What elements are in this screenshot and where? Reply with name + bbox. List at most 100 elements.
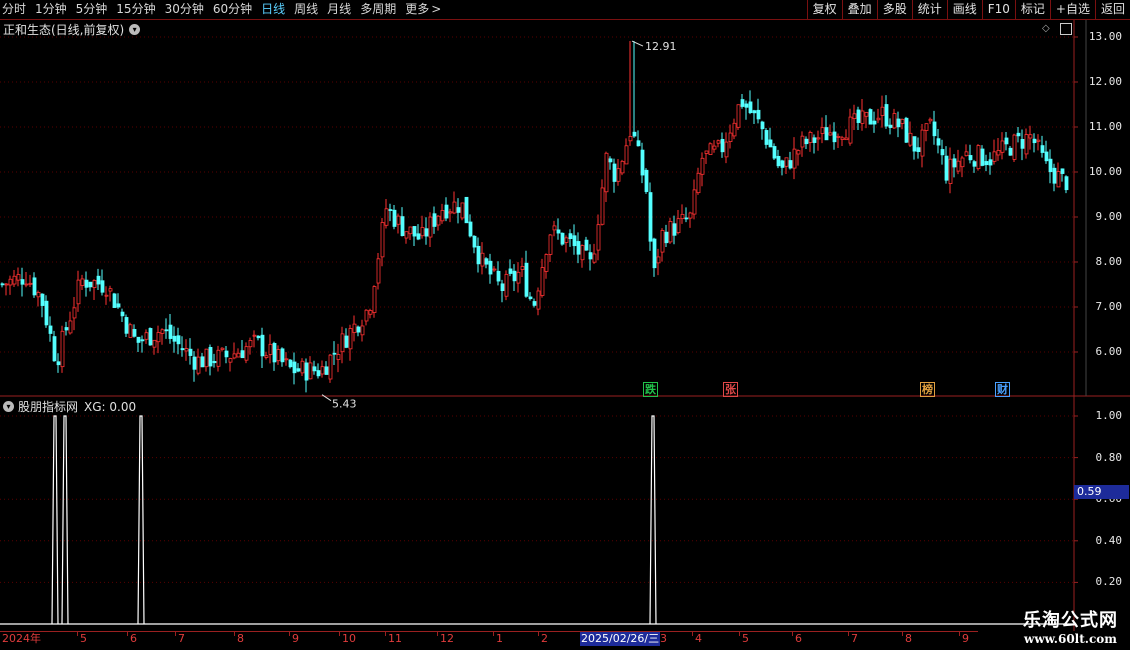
candle-body [188,348,193,356]
candle-body [136,336,141,343]
toolbar-button[interactable]: F10 [981,0,1015,19]
candle-body [208,346,213,367]
toolbar-button[interactable]: 多股 [876,0,912,19]
candle-body [192,356,197,370]
toolbar-button[interactable]: 复权 [806,0,842,19]
candle-body [204,348,209,368]
candle-body [148,328,153,346]
candle-body [1008,147,1013,156]
period-tab[interactable]: 60分钟 [213,0,252,19]
period-tab[interactable]: 周线 [294,0,318,19]
candle-body [456,207,461,213]
event-marker[interactable]: 张 [723,382,738,397]
candle-body [344,335,349,348]
candle-body [1040,145,1045,153]
diamond-icon[interactable]: ◇ [1042,23,1050,34]
period-tab[interactable]: 5分钟 [76,0,108,19]
chevron-right-icon[interactable]: > [431,0,441,19]
toolbar-button[interactable]: 返回 [1094,0,1130,19]
candle-body [644,169,649,192]
candle-body [1036,139,1041,142]
indicator-spike [649,415,657,625]
chevron-down-icon[interactable]: ▾ [129,24,141,35]
selected-date: 2025/02/26/三 [580,632,661,646]
period-tab[interactable]: 月线 [327,0,351,19]
candle-body [372,286,377,313]
event-marker[interactable]: 榜 [920,382,935,397]
candle-body [164,329,169,332]
candle-body [720,138,725,153]
candle-body [236,352,241,358]
date-tick-mark [538,632,539,636]
event-marker[interactable]: 跌 [643,382,658,397]
candle-body [52,336,57,362]
candle-body [376,258,381,284]
low-label: 5.43 [332,398,357,411]
candle-body [100,280,105,293]
candle-body [680,213,685,220]
date-tick: 8 [905,632,912,645]
indicator-tick-label: 0.20 [1095,575,1123,589]
candle-body [1004,137,1009,145]
high-label: 12.91 [645,40,677,53]
candle-body [620,160,625,174]
candle-body [748,101,753,114]
indicator-tick-label: 0.80 [1095,450,1123,464]
toolbar-button[interactable]: +自选 [1049,0,1095,19]
candle-body [404,231,409,239]
y-tick-label: 13.00 [1088,30,1122,43]
candle-body [900,118,905,124]
period-tab[interactable]: 更多 [405,0,429,19]
event-marker[interactable]: 财 [995,382,1010,397]
candle-body [12,275,17,285]
candle-body [120,311,125,317]
date-axis: 2024年 5 6 7 8 9 10 11 12 1 2 3 4 5 6 7 8 9 2025/02/26/三 [0,631,978,646]
candle-body [744,103,749,108]
candle-body [440,210,445,222]
candle-body [584,239,589,251]
candle-body [4,283,9,286]
candle-body [572,235,577,247]
period-tab[interactable]: 分时 [2,0,26,19]
candle-body [468,221,473,237]
candle-body [432,213,437,227]
period-tab[interactable]: 多周期 [360,0,396,19]
period-tab[interactable]: 日线 [261,0,285,19]
chevron-down-icon[interactable]: ▾ [3,401,14,412]
candle-body [788,160,793,169]
toolbar-button[interactable]: 统计 [911,0,947,19]
period-tab[interactable]: 30分钟 [165,0,204,19]
candle-body [184,348,189,352]
candle-body [512,270,517,282]
panel-toggle-icon[interactable] [1060,23,1072,35]
candle-body [556,229,561,234]
toolbar-button[interactable]: 画线 [946,0,982,19]
candle-body [44,300,49,326]
candle-body [216,349,221,367]
candle-body [380,222,385,258]
date-tick: 2 [541,632,548,645]
candle-body [168,324,173,339]
candle-body [8,278,13,286]
indicator-spike [61,415,69,625]
toolbar-button[interactable]: 标记 [1014,0,1050,19]
period-tab[interactable]: 1分钟 [35,0,67,19]
candle-body [812,137,817,143]
candle-body [296,368,301,372]
candle-body [668,221,673,243]
date-tick: 7 [178,632,185,645]
date-tick: 4 [695,632,702,645]
date-tick: 7 [851,632,858,645]
candle-body [520,266,525,270]
candle-body [992,151,997,162]
candle-body [36,292,41,298]
toolbar-button[interactable]: 叠加 [841,0,877,19]
candle-body [248,340,253,348]
candle-body [1060,168,1065,174]
y-tick-label: 9.00 [1095,210,1123,223]
candle-body [984,161,989,166]
main-candlestick-chart[interactable]: 12.91 5.43 [0,0,1130,650]
candle-body [816,137,821,140]
period-tab[interactable]: 15分钟 [116,0,155,19]
candle-body [132,329,137,337]
